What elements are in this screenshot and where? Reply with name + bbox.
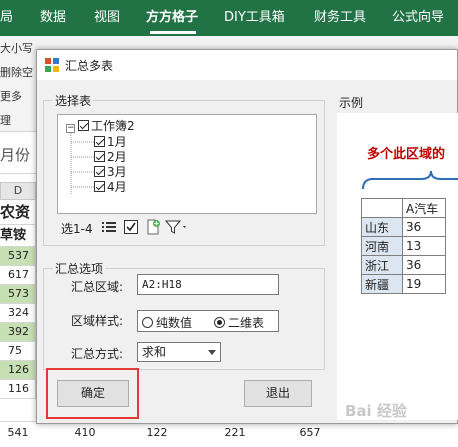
radio-2d-table-label: 二维表 <box>228 316 265 330</box>
watermark: Bai 经验 <box>345 402 407 420</box>
table-cell[interactable]: 116 <box>0 380 36 399</box>
summary-multi-sheet-dialog: 汇总多表 选择表 − 工作簿2 1月 2月 3月 4月 选1-4 汇总选项 汇总… <box>36 49 458 424</box>
list-icon[interactable] <box>101 219 117 235</box>
table-row: 山东 36 <box>361 217 446 237</box>
range-label: 汇总区域: <box>71 280 124 294</box>
ribbon-item-manage[interactable]: 理 <box>0 112 11 128</box>
table-cell: 19 <box>402 274 446 294</box>
add-sheet-icon[interactable] <box>145 219 161 235</box>
table-cell[interactable]: 657 <box>290 426 330 439</box>
table-cell: 新疆 <box>361 274 403 294</box>
tab-finance-tools[interactable]: 财务工具 <box>314 0 366 36</box>
table-cell: 13 <box>402 236 446 256</box>
table-cell[interactable]: 410 <box>65 426 105 439</box>
brace-icon <box>362 170 458 190</box>
tab-view[interactable]: 视图 <box>94 0 120 36</box>
example-caption: 多个此区域的 <box>367 147 446 162</box>
active-tab-indicator <box>150 31 196 34</box>
ribbon-tab-bar: 局 数据 视图 方方格子 DIY工具箱 财务工具 公式向导 <box>0 0 458 36</box>
table-row: 新疆 19 <box>361 274 446 294</box>
table-cell[interactable]: 324 <box>0 304 36 323</box>
dialog-titlebar[interactable]: 汇总多表 <box>37 50 457 80</box>
tree-lines <box>70 133 94 195</box>
table-cell[interactable]: 392 <box>0 323 36 342</box>
method-select[interactable]: 求和 <box>137 342 221 362</box>
exit-button[interactable]: 退出 <box>244 380 312 407</box>
chevron-down-icon[interactable] <box>208 350 216 355</box>
summary-options-group-label: 汇总选项 <box>53 260 106 277</box>
highlight-box <box>46 368 139 419</box>
name-box[interactable]: 月份 <box>0 144 30 165</box>
dialog-title: 汇总多表 <box>65 59 114 73</box>
cell-header-2[interactable]: 草铵膦 <box>0 225 36 265</box>
cell-header-1[interactable]: 农资 <box>0 200 36 225</box>
check-all-icon[interactable] <box>123 219 139 235</box>
table-cell[interactable]: 573 <box>0 285 36 304</box>
radio-icon[interactable] <box>142 317 153 328</box>
table-cell <box>361 198 403 218</box>
tab-data[interactable]: 数据 <box>40 0 66 36</box>
method-label: 汇总方式: <box>71 347 124 361</box>
table-cell[interactable]: 617 <box>0 266 36 285</box>
range-input[interactable]: A2:H18 <box>137 274 279 295</box>
example-table: A汽车 山东 36 河南 13 浙江 36 新疆 19 <box>361 198 446 294</box>
table-cell: 36 <box>402 217 446 237</box>
table-cell[interactable]: 221 <box>215 426 255 439</box>
sheet-tree[interactable]: − 工作簿2 1月 2月 3月 4月 <box>57 114 317 214</box>
radio-2d-table[interactable]: 二维表 <box>214 314 264 331</box>
table-cell[interactable]: 75 <box>0 342 36 361</box>
ribbon-item-case[interactable]: 大小写 <box>0 40 33 56</box>
table-cell: 河南 <box>361 236 403 256</box>
table-cell: 山东 <box>361 217 403 237</box>
table-row: A汽车 <box>361 198 446 218</box>
table-cell: 浙江 <box>361 255 403 275</box>
column-header-d[interactable]: D <box>0 182 36 200</box>
tab-formula-wizard[interactable]: 公式向导 <box>392 0 444 36</box>
worksheet-bottom-row[interactable]: 541 410 122 221 657 <box>0 421 458 447</box>
ribbon-item-more[interactable]: 更多 <box>0 88 22 104</box>
example-preview: 多个此区域的 A汽车 山东 36 河南 13 浙江 36 新疆 19 <box>337 113 458 420</box>
selection-count: 选1-4 <box>61 222 93 236</box>
style-label: 区域样式: <box>71 314 124 328</box>
table-cell[interactable]: 122 <box>137 426 177 439</box>
radio-icon-selected[interactable] <box>214 317 225 328</box>
select-sheets-group-label: 选择表 <box>53 92 94 109</box>
radio-plain-values-label: 纯数值 <box>156 316 193 330</box>
table-row: 浙江 36 <box>361 255 446 275</box>
method-select-value: 求和 <box>142 345 167 359</box>
worksheet-grid[interactable]: 农资 草铵膦 537 617 573 324 392 75 126 116 <box>0 200 36 447</box>
table-row: 河南 13 <box>361 236 446 256</box>
table-cell: A汽车 <box>402 198 446 218</box>
tab-page-layout[interactable]: 局 <box>0 0 13 36</box>
table-cell[interactable]: 537 <box>0 247 36 266</box>
app-icon <box>45 58 59 72</box>
ribbon-item-delete-blank[interactable]: 删除空 <box>0 64 33 80</box>
radio-plain-values[interactable]: 纯数值 <box>142 314 192 331</box>
table-cell[interactable]: 126 <box>0 361 36 380</box>
table-cell: 36 <box>402 255 446 275</box>
example-group-label: 示例 <box>337 94 366 111</box>
tab-diy-toolbox[interactable]: DIY工具箱 <box>224 0 285 36</box>
style-radio-group: 纯数值 二维表 <box>137 310 279 332</box>
table-cell[interactable]: 541 <box>0 426 36 439</box>
filter-icon[interactable] <box>165 219 189 235</box>
